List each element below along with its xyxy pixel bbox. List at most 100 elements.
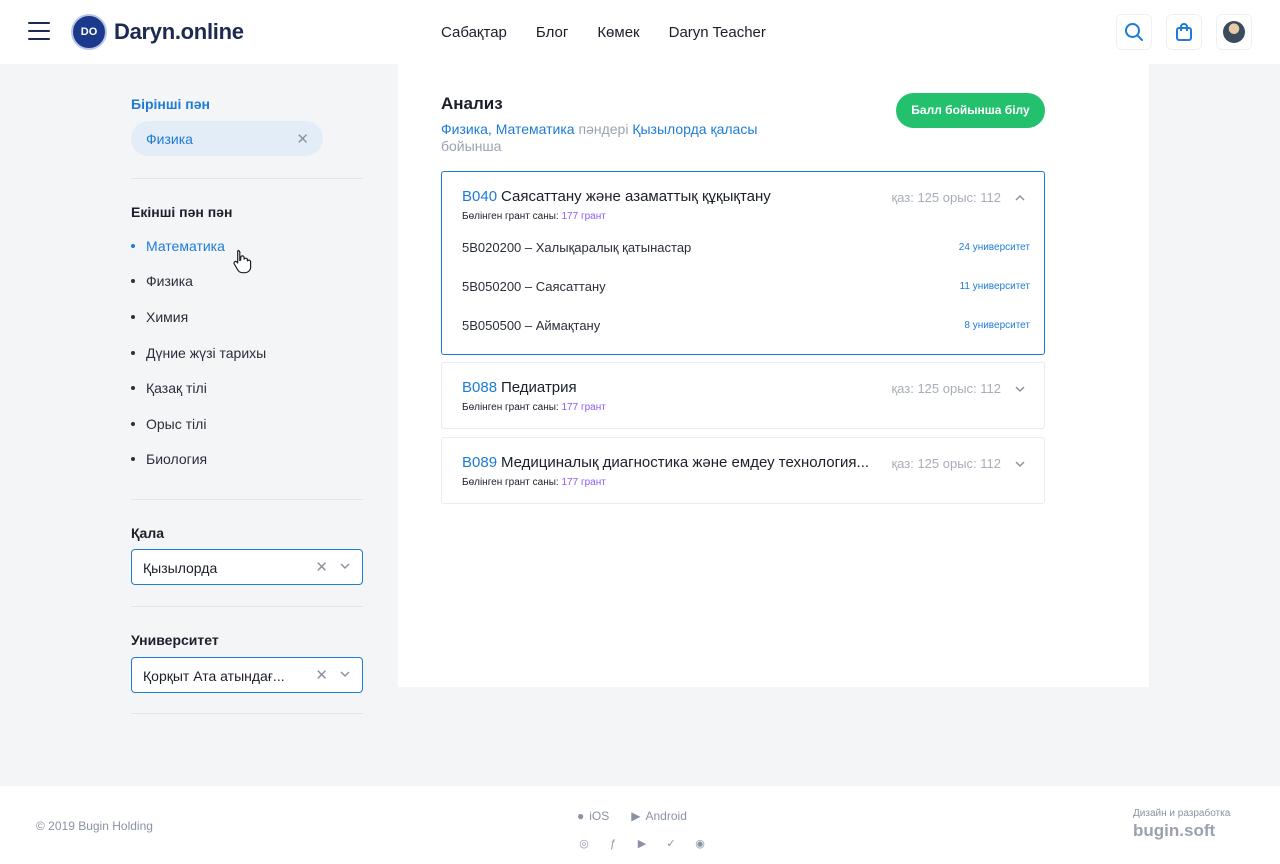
subject-item-russian[interactable]: Орыс тілі <box>131 415 266 451</box>
second-subject-title: Екінші пән пән <box>131 204 233 220</box>
subject-label: Биология <box>146 451 208 468</box>
nav-help[interactable]: Көмек <box>597 24 639 41</box>
nav-lessons[interactable]: Сабақтар <box>441 24 507 41</box>
chevron-down-icon[interactable] <box>339 668 351 680</box>
bullet-icon <box>131 421 135 426</box>
ios-label: iOS <box>589 809 610 823</box>
ios-link[interactable]: ● iOS <box>577 809 609 823</box>
facebook-icon[interactable]: ƒ <box>606 838 620 850</box>
clear-icon[interactable]: ✕ <box>315 558 328 576</box>
subject-item-world-history[interactable]: Дүние жүзі тарихы <box>131 344 266 380</box>
avatar <box>1223 21 1245 43</box>
divider <box>131 606 363 607</box>
subject-item-biology[interactable]: Биология <box>131 451 266 487</box>
university-value: Қорқыт Ата атындағ... <box>143 668 285 684</box>
bugin-soft-logo[interactable]: bugin.soft <box>1133 821 1215 841</box>
bullet-icon <box>131 243 135 248</box>
chevron-down-icon[interactable] <box>1014 458 1026 470</box>
youtube-icon[interactable]: ▶ <box>635 838 649 850</box>
specialty-row[interactable]: 5B050200 – Саясаттану 11 университет <box>462 279 1030 295</box>
grant-label: Бөлінген грант саны: <box>462 211 559 222</box>
divider <box>131 499 363 500</box>
subject-item-physics[interactable]: Физика <box>131 273 266 309</box>
nav-teacher[interactable]: Daryn Teacher <box>669 24 766 41</box>
instagram-icon[interactable]: ◎ <box>577 838 591 850</box>
university-count-link[interactable]: 24 университет <box>959 242 1030 253</box>
profile-button[interactable] <box>1216 14 1252 50</box>
university-count-link[interactable]: 8 университет <box>964 320 1030 331</box>
cart-button[interactable] <box>1166 14 1202 50</box>
search-button[interactable] <box>1116 14 1152 50</box>
grant-value: 177 грант <box>561 402 606 413</box>
logo-text[interactable]: Daryn.online <box>114 19 244 45</box>
divider <box>131 713 363 714</box>
grant-info: Бөлінген грант саны: 177 грант <box>462 477 606 488</box>
bullet-icon <box>131 279 135 284</box>
subject-item-chemistry[interactable]: Химия <box>131 308 266 344</box>
specialty-name: Саясаттану және азаматтық құқықтану <box>501 188 771 205</box>
header: DO Daryn.online Сабақтар Блог Көмек Dary… <box>0 0 1280 64</box>
shopping-bag-icon <box>1176 23 1192 41</box>
divider <box>131 178 363 179</box>
specialty-name: Медициналық диагностика және емдеу техно… <box>501 454 870 471</box>
grant-info: Бөлінген грант саны: 177 грант <box>462 402 606 413</box>
specialty-code: B040 <box>462 188 498 205</box>
university-select[interactable]: Қорқыт Ата атындағ... ✕ <box>131 657 363 693</box>
grant-value: 177 грант <box>561 211 606 222</box>
specialty-accordion-b088[interactable]: B088 Педиатрия қаз: 125 орыс: 112 Бөлінг… <box>441 362 1045 429</box>
menu-icon[interactable] <box>28 22 50 42</box>
close-icon[interactable]: ✕ <box>296 130 309 148</box>
clear-icon[interactable]: ✕ <box>315 666 328 684</box>
main-nav: Сабақтар Блог Көмек Daryn Teacher <box>441 24 795 41</box>
footer: © 2019 Bugin Holding ● iOS ▶ Android ◎ ƒ ▶… <box>0 786 1280 864</box>
bullet-icon <box>131 314 135 319</box>
score-label: қаз: 125 орыс: 112 <box>891 381 1001 396</box>
logo-badge[interactable]: DO <box>71 14 107 50</box>
grant-label: Бөлінген грант саны: <box>462 402 559 413</box>
whatsapp-icon[interactable]: ◉ <box>693 838 707 850</box>
chevron-up-icon[interactable] <box>1014 192 1026 204</box>
apple-icon: ● <box>577 809 585 823</box>
android-link[interactable]: ▶ Android <box>631 809 687 823</box>
copyright: © 2019 Bugin Holding <box>36 819 153 833</box>
specialty-accordion-b089[interactable]: B089 Медициналық диагностика және емдеу … <box>441 437 1045 504</box>
specialty-accordion-b040[interactable]: B040 Саясаттану және азаматтық құқықтану… <box>441 171 1045 355</box>
first-subject-title: Бірінші пән <box>131 96 210 112</box>
bullet-icon <box>131 457 135 462</box>
bullet-icon <box>131 386 135 391</box>
city-value: Қызылорда <box>143 560 218 576</box>
subtitle-city: Қызылорда қаласы <box>632 121 758 137</box>
app-links: ● iOS ▶ Android <box>577 809 687 823</box>
specialty-row[interactable]: 5B050500 – Аймақтану 8 университет <box>462 318 1030 334</box>
city-select[interactable]: Қызылорда ✕ <box>131 549 363 585</box>
search-icon <box>1125 23 1143 41</box>
score-label: қаз: 125 орыс: 112 <box>891 456 1001 471</box>
vk-icon[interactable]: ✓ <box>664 838 678 850</box>
subtitle-tail: бойынша <box>441 138 502 154</box>
score-button[interactable]: Балл бойынша білу <box>896 93 1045 128</box>
made-by-label: Дизайн и разработка <box>1133 808 1231 819</box>
subject-label: Орыс тілі <box>146 415 207 432</box>
chevron-down-icon[interactable] <box>1014 383 1026 395</box>
chevron-down-icon[interactable] <box>339 560 351 572</box>
subject-item-kazakh[interactable]: Қазақ тілі <box>131 379 266 415</box>
grant-info: Бөлінген грант саны: 177 грант <box>462 211 606 222</box>
city-title: Қала <box>131 525 165 541</box>
specialty-row-name: 5B020200 – Халықаралық қатынастар <box>462 240 692 255</box>
subtitle-subjects: Физика, Математика <box>441 121 575 137</box>
university-count-link[interactable]: 11 университет <box>960 281 1030 292</box>
chip-label: Физика <box>146 131 193 147</box>
page-title: Анализ <box>441 94 503 113</box>
nav-blog[interactable]: Блог <box>536 24 568 41</box>
android-label: Android <box>645 809 687 823</box>
bullet-icon <box>131 350 135 355</box>
first-subject-chip[interactable]: Физика ✕ <box>131 121 323 156</box>
subject-label: Дүние жүзі тарихы <box>146 344 267 361</box>
specialty-code: B088 <box>462 379 498 396</box>
social-links: ◎ ƒ ▶ ✓ ◉ <box>577 838 707 850</box>
subject-label: Физика <box>146 273 193 290</box>
subject-label: Математика <box>146 237 225 254</box>
specialty-row[interactable]: 5B020200 – Халықаралық қатынастар 24 уни… <box>462 240 1030 256</box>
specialty-row-name: 5B050200 – Саясаттану <box>462 279 606 294</box>
grant-value: 177 грант <box>561 477 606 488</box>
